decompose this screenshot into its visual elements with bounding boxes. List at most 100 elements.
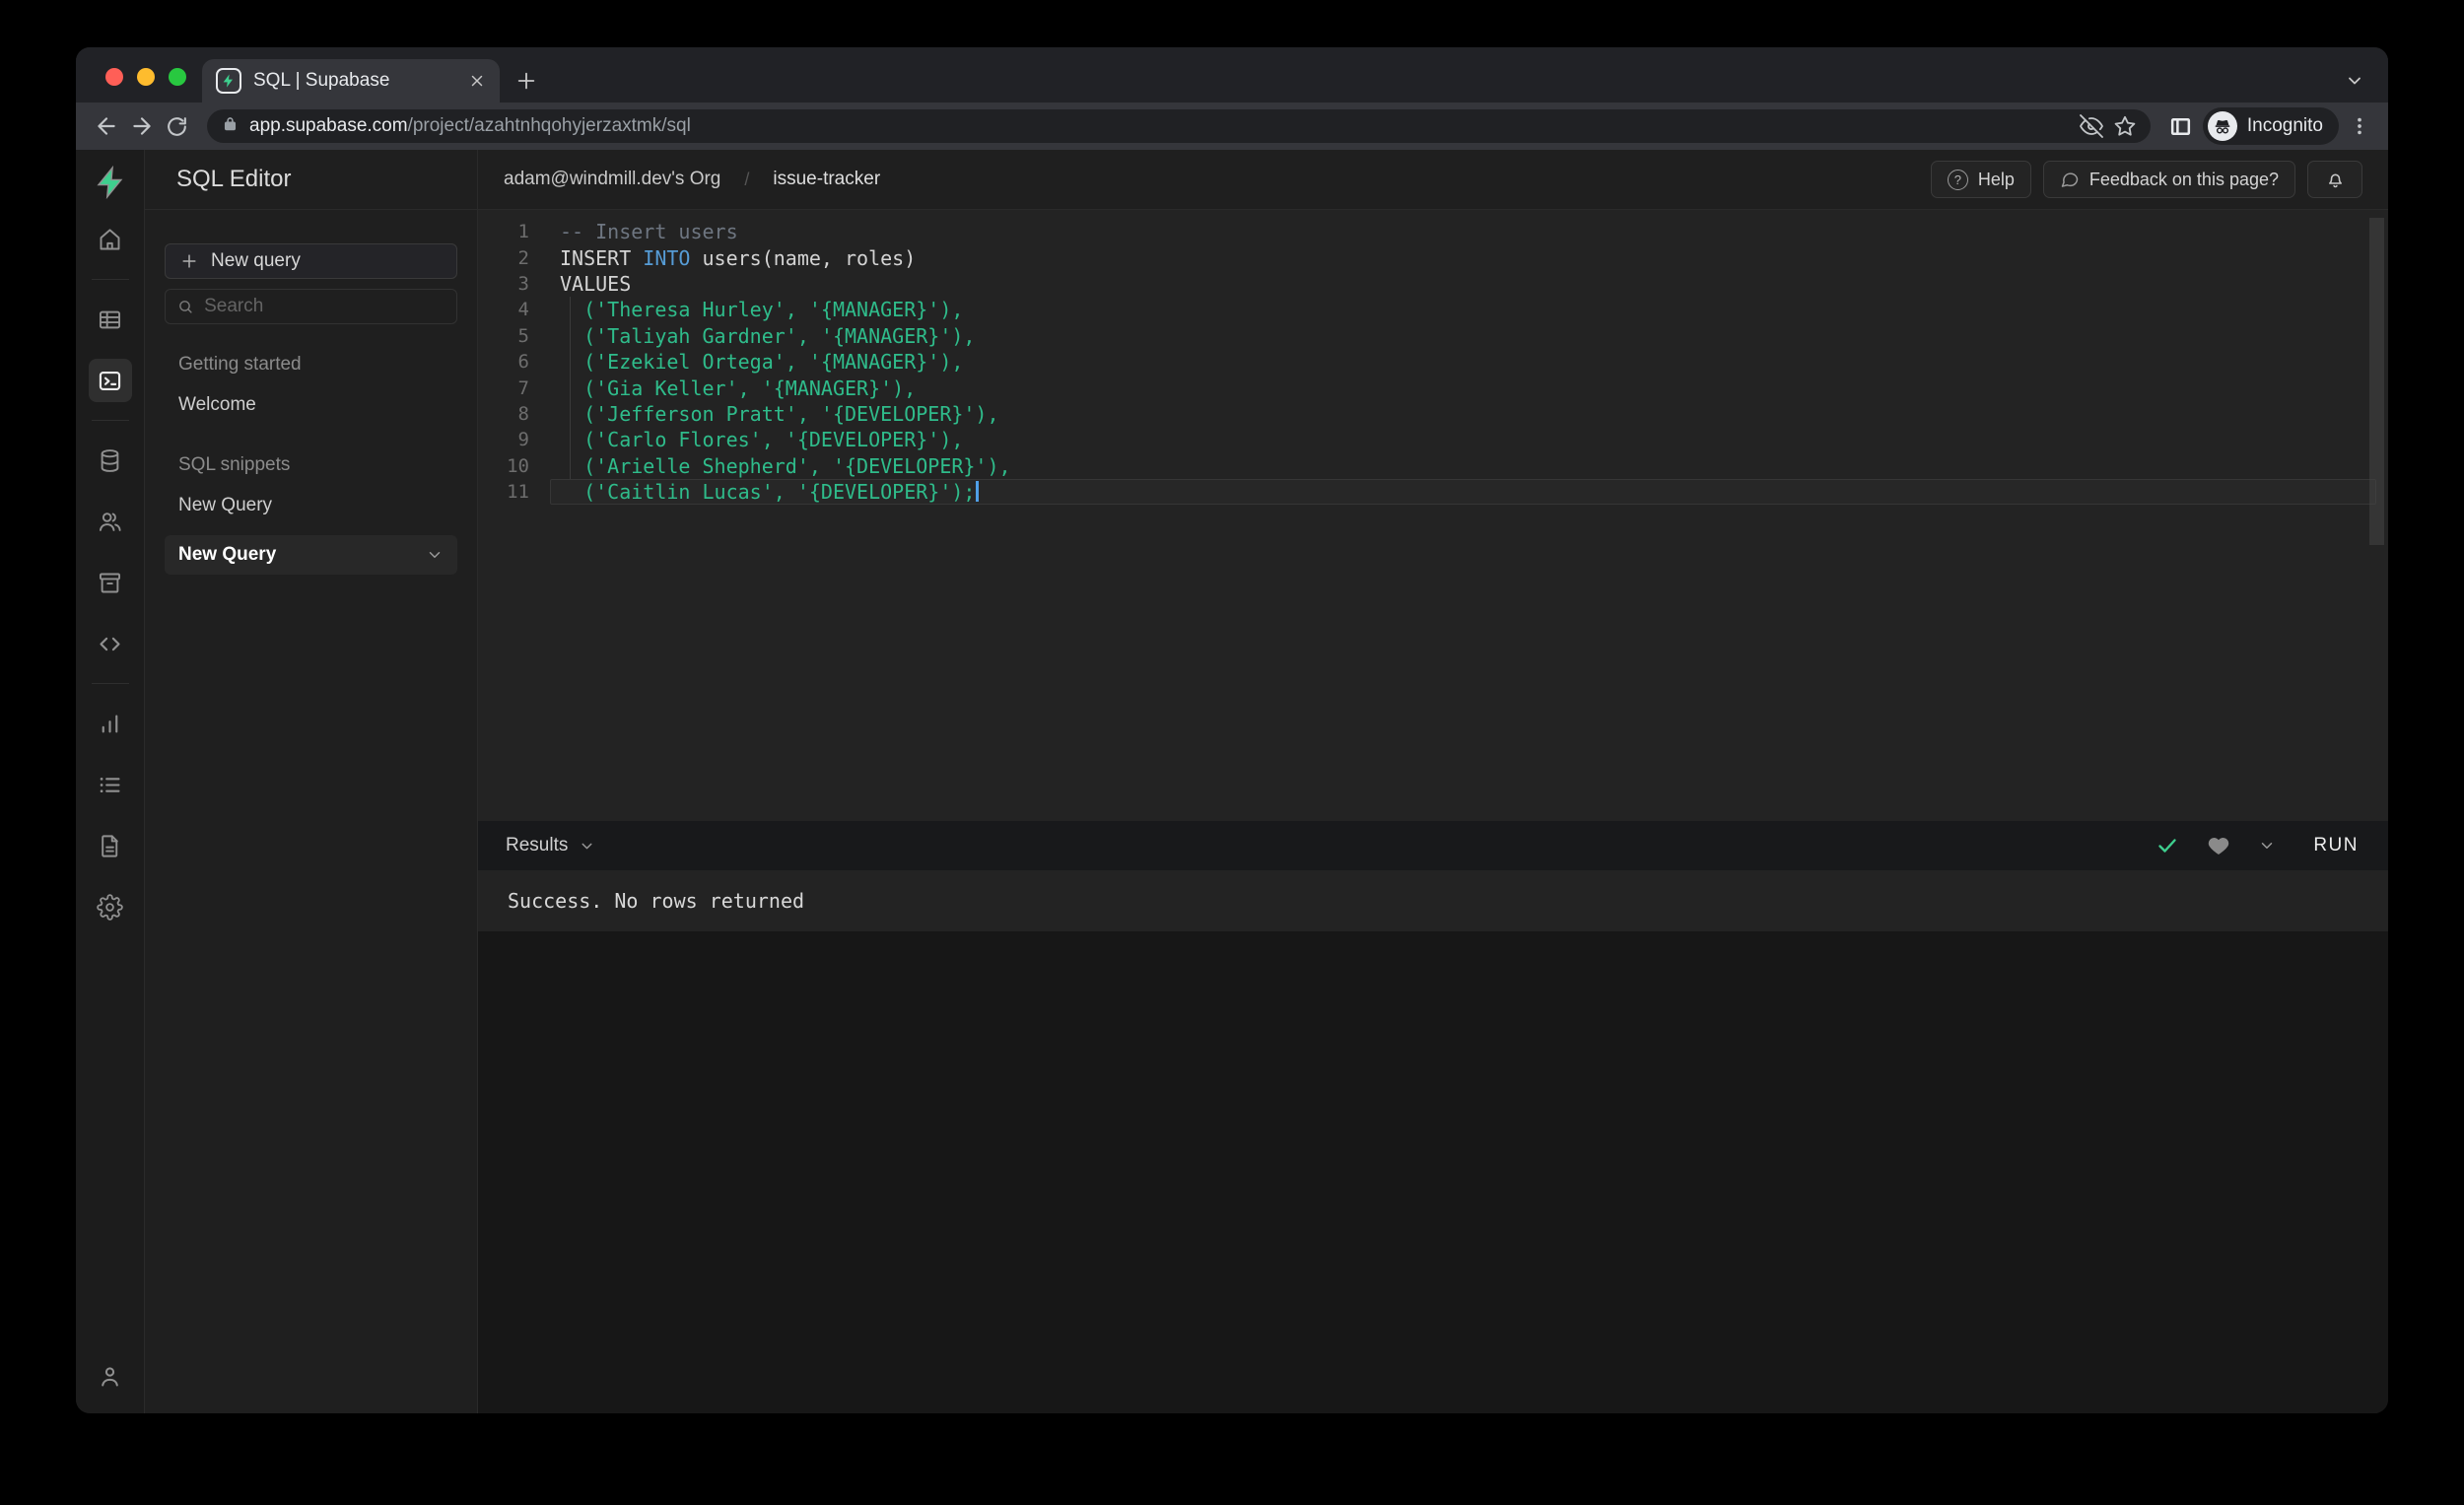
browser-window: SQL | Supabase app.supabase.com/project/… bbox=[76, 47, 2388, 1413]
help-button[interactable]: ? Help bbox=[1930, 161, 2031, 198]
kebab-menu-icon[interactable] bbox=[2349, 115, 2370, 137]
sidebar-item-new-query[interactable]: New Query bbox=[165, 486, 457, 525]
line-number: 5 bbox=[517, 324, 529, 347]
code-text: VALUES bbox=[560, 271, 632, 296]
text-cursor bbox=[976, 481, 979, 503]
chevron-down-icon bbox=[582, 843, 592, 849]
code-text: ('Gia Keller', '{MANAGER}'), bbox=[560, 376, 917, 400]
reports-chart-icon[interactable] bbox=[89, 702, 132, 745]
code-line[interactable]: 6 ('Ezekiel Ortega', '{MANAGER}'), bbox=[478, 349, 2388, 375]
code-line[interactable]: 8 ('Jefferson Pratt', '{DEVELOPER}'), bbox=[478, 401, 2388, 427]
code-line[interactable]: 1 -- Insert users bbox=[478, 219, 2388, 244]
code-text: ('Theresa Hurley', '{MANAGER}'), bbox=[560, 298, 964, 322]
new-query-button[interactable]: New query bbox=[165, 243, 457, 279]
sidebar-item-new-query-selected[interactable]: New Query bbox=[165, 535, 457, 575]
bookmark-star-icon[interactable] bbox=[2113, 114, 2137, 138]
account-person-icon[interactable] bbox=[89, 1354, 132, 1398]
editor-scrollbar[interactable] bbox=[2369, 218, 2384, 545]
lock-icon bbox=[221, 114, 240, 138]
storage-archive-icon[interactable] bbox=[89, 561, 132, 604]
feedback-button[interactable]: Feedback on this page? bbox=[2042, 161, 2295, 198]
forward-arrow-icon[interactable] bbox=[129, 113, 155, 139]
auth-users-icon[interactable] bbox=[89, 500, 132, 543]
breadcrumb-separator: / bbox=[744, 169, 750, 189]
run-options-chevron-icon[interactable] bbox=[2258, 837, 2276, 855]
breadcrumb: adam@windmill.dev's Org / issue-tracker bbox=[504, 169, 880, 190]
code-line[interactable]: 10 ('Arielle Shepherd', '{DEVELOPER}'), bbox=[478, 453, 2388, 479]
results-toolbar: Results RUN bbox=[478, 821, 2388, 870]
docs-file-icon[interactable] bbox=[89, 824, 132, 867]
window-controls bbox=[105, 68, 186, 86]
code-text: ('Ezekiel Ortega', '{MANAGER}'), bbox=[560, 350, 964, 375]
code-text: ('Carlo Flores', '{DEVELOPER}'), bbox=[560, 428, 964, 452]
url-bar[interactable]: app.supabase.com/project/azahtnhqohyjerz… bbox=[207, 109, 2151, 143]
line-number: 8 bbox=[517, 402, 529, 425]
success-check-icon bbox=[2158, 839, 2177, 853]
supabase-app: SQL Editor New query Getting started Wel… bbox=[76, 150, 2388, 1413]
minimize-window-button[interactable] bbox=[137, 68, 155, 86]
side-panel-icon[interactable] bbox=[2168, 114, 2193, 139]
reload-icon[interactable] bbox=[165, 114, 189, 139]
code-line[interactable]: 7 ('Gia Keller', '{MANAGER}'), bbox=[478, 375, 2388, 400]
close-tab-icon[interactable] bbox=[468, 72, 486, 90]
settings-gear-icon[interactable] bbox=[89, 885, 132, 928]
incognito-badge: Incognito bbox=[2202, 107, 2339, 145]
query-status-message: Success. No rows returned bbox=[478, 870, 2388, 931]
code-line[interactable]: 9 ('Carlo Flores', '{DEVELOPER}'), bbox=[478, 427, 2388, 452]
line-number: 1 bbox=[517, 221, 529, 243]
url-text: app.supabase.com/project/azahtnhqohyjerz… bbox=[249, 115, 691, 136]
line-number: 6 bbox=[517, 351, 529, 374]
incognito-label: Incognito bbox=[2246, 115, 2323, 136]
table-editor-icon[interactable] bbox=[89, 298, 132, 341]
favorite-heart-icon[interactable] bbox=[2207, 834, 2230, 857]
code-line[interactable]: 3 VALUES bbox=[478, 271, 2388, 297]
new-tab-plus-icon[interactable] bbox=[515, 59, 537, 103]
database-icon[interactable] bbox=[89, 439, 132, 482]
code-text: -- Insert users bbox=[560, 220, 738, 244]
supabase-logo[interactable] bbox=[94, 165, 127, 204]
rail-divider bbox=[91, 420, 129, 421]
search-box[interactable] bbox=[165, 289, 457, 324]
nav-rail bbox=[76, 150, 145, 1413]
rail-divider bbox=[91, 683, 129, 684]
tab-search-chevron-icon[interactable] bbox=[2345, 71, 2364, 91]
code-line[interactable]: 5 ('Taliyah Gardner', '{MANAGER}'), bbox=[478, 323, 2388, 349]
results-empty-area bbox=[478, 931, 2388, 1413]
code-text: ('Arielle Shepherd', '{DEVELOPER}'), bbox=[560, 453, 1011, 478]
close-window-button[interactable] bbox=[105, 68, 123, 86]
breadcrumb-org[interactable]: adam@windmill.dev's Org bbox=[504, 169, 720, 190]
search-icon bbox=[179, 300, 192, 313]
code-line[interactable]: 2 INSERT INTO users(name, roles) bbox=[478, 244, 2388, 270]
zoom-window-button[interactable] bbox=[169, 68, 186, 86]
section-label-getting-started: Getting started bbox=[178, 354, 302, 375]
results-dropdown[interactable]: Results bbox=[506, 835, 595, 856]
breadcrumb-project[interactable]: issue-tracker bbox=[773, 169, 880, 190]
api-code-icon[interactable] bbox=[89, 622, 132, 665]
code-line[interactable]: 11 ('Caitlin Lucas', '{DEVELOPER}'); bbox=[478, 478, 2388, 506]
sql-editor-terminal-icon[interactable] bbox=[88, 359, 132, 402]
tab-title: SQL | Supabase bbox=[253, 70, 390, 91]
back-arrow-icon[interactable] bbox=[94, 113, 119, 139]
logs-list-icon[interactable] bbox=[89, 763, 132, 806]
code-text: ('Caitlin Lucas', '{DEVELOPER}'); bbox=[529, 480, 979, 504]
chevron-down-icon[interactable] bbox=[426, 546, 444, 564]
browser-tab[interactable]: SQL | Supabase bbox=[202, 59, 500, 103]
sidebar-item-welcome[interactable]: Welcome bbox=[165, 385, 457, 425]
code-lines: 1 -- Insert users 2 INSERT INTO users(name,… bbox=[478, 219, 2388, 506]
plus-icon bbox=[182, 254, 196, 268]
sql-code-editor[interactable]: 1 -- Insert users 2 INSERT INTO users(name,… bbox=[478, 210, 2388, 821]
incognito-icon bbox=[2207, 111, 2237, 141]
home-icon[interactable] bbox=[89, 218, 132, 261]
code-text: INSERT INTO users(name, roles) bbox=[560, 245, 917, 270]
main-content: adam@windmill.dev's Org / issue-tracker … bbox=[478, 150, 2388, 1413]
line-number: 3 bbox=[517, 272, 529, 295]
run-button[interactable]: RUN bbox=[2313, 835, 2359, 856]
code-text: ('Taliyah Gardner', '{MANAGER}'), bbox=[560, 323, 976, 348]
speech-bubble-icon bbox=[2061, 172, 2079, 187]
sql-editor-sidebar: SQL Editor New query Getting started Wel… bbox=[145, 150, 478, 1413]
eye-off-icon[interactable] bbox=[2079, 114, 2103, 138]
code-line[interactable]: 4 ('Theresa Hurley', '{MANAGER}'), bbox=[478, 297, 2388, 322]
search-input[interactable] bbox=[204, 296, 445, 317]
notifications-bell-button[interactable] bbox=[2307, 161, 2362, 198]
line-number: 4 bbox=[517, 299, 529, 321]
